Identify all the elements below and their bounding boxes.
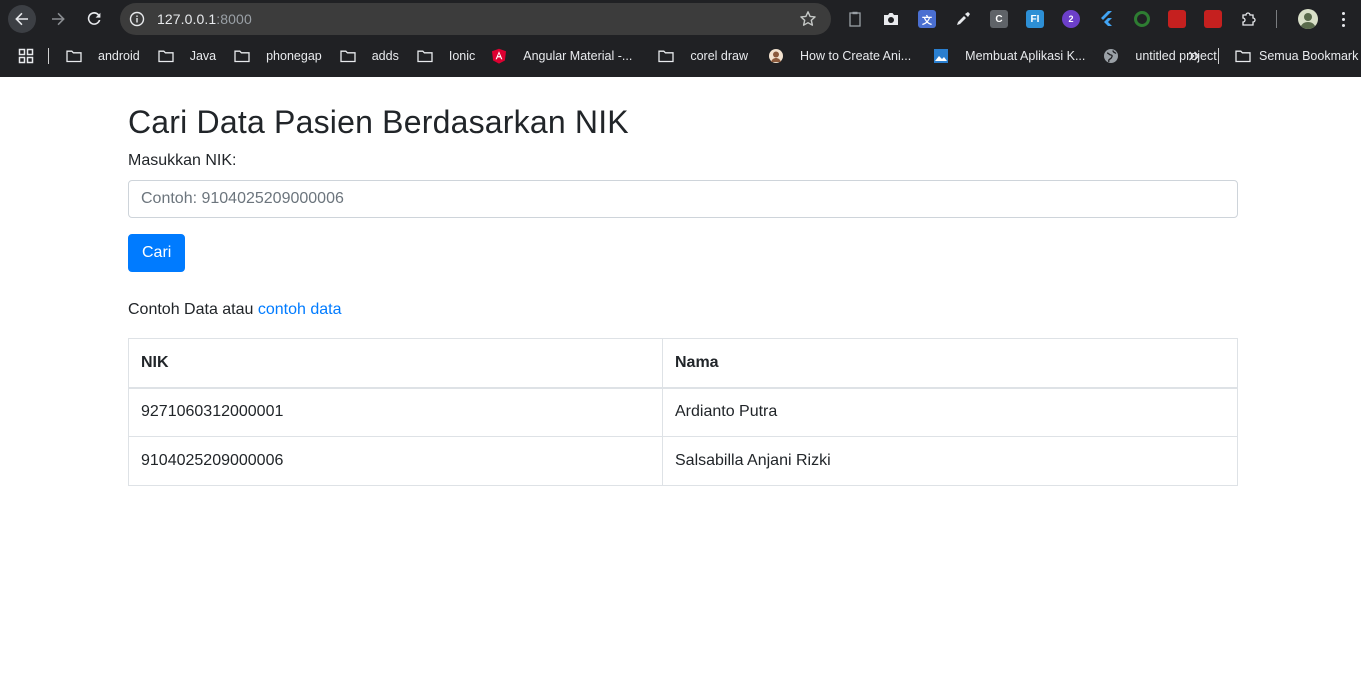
all-bookmarks-folder[interactable]: Semua Bookmark: [1235, 45, 1358, 67]
orange-ext-icon[interactable]: [1204, 10, 1222, 28]
pdf-ext-icon[interactable]: [1168, 10, 1186, 28]
page-title: Cari Data Pasien Berdasarkan NIK: [128, 104, 629, 140]
extensions-bar: 文 C FI 2: [846, 9, 1293, 29]
folder-icon: [340, 49, 364, 63]
bookmark-label: Angular Material -...: [523, 49, 633, 63]
folder-icon: [234, 49, 258, 63]
search-button[interactable]: Cari: [128, 234, 186, 272]
bookmarks-separator: [1218, 48, 1219, 64]
bookmark-item[interactable]: How to Create Ani...: [768, 45, 911, 67]
eyedropper-ext-icon[interactable]: [954, 10, 972, 28]
bookmark-label: How to Create Ani...: [800, 49, 912, 63]
table-row: 9271060312000001 Ardianto Putra: [128, 387, 1238, 437]
camera-ext-icon[interactable]: [882, 10, 900, 28]
browser-menu-button[interactable]: [1337, 9, 1349, 29]
clipboard-ext-icon[interactable]: [846, 10, 864, 28]
bookmark-item[interactable]: corel draw: [658, 45, 748, 67]
bookmark-label: Membuat Aplikasi K...: [965, 49, 1086, 63]
nik-cell: 9104025209000006: [128, 436, 663, 486]
bookmark-star-icon[interactable]: [799, 10, 817, 33]
nik-input-label: Masukkan NIK:: [128, 152, 237, 169]
bookmark-item[interactable]: Java: [158, 45, 216, 67]
bookmark-item[interactable]: Ionic: [417, 45, 475, 67]
avatar-favicon-icon: [768, 48, 792, 64]
bookmark-item[interactable]: android: [66, 45, 140, 67]
nama-cell: Salsabilla Anjani Rizki: [662, 436, 1238, 486]
bookmark-item[interactable]: adds: [340, 45, 399, 67]
user-avatar-icon: [1300, 13, 1316, 29]
folder-icon: [66, 49, 90, 63]
bookmarks-bar: android Java phonegap adds Ionic Angular Mate…: [0, 45, 1361, 67]
reload-button[interactable]: [80, 5, 108, 33]
bookmarks-overflow-button[interactable]: [1188, 45, 1208, 67]
green-ring-ext-icon[interactable]: [1134, 11, 1150, 27]
column-header-nama: Nama: [662, 338, 1238, 389]
bookmark-item[interactable]: Membuat Aplikasi K...: [933, 45, 1085, 67]
folder-icon: [158, 49, 182, 63]
extensions-puzzle-icon[interactable]: [1240, 10, 1258, 28]
arrow-left-icon: [15, 12, 28, 26]
browser-toolbar: 127.0.0.1:8000 文 C FI 2: [0, 0, 1361, 38]
bookmark-label: Java: [189, 49, 217, 63]
translate-ext-icon[interactable]: 文: [918, 10, 936, 28]
forward-button[interactable]: [44, 5, 72, 33]
image-favicon-icon: [933, 48, 957, 64]
site-info-icon[interactable]: [129, 11, 145, 27]
bookmark-label: corel draw: [690, 49, 748, 63]
badge-ext-icon[interactable]: 2: [1062, 10, 1080, 28]
all-bookmarks-label: Semua Bookmark: [1259, 49, 1359, 63]
toolbar-separator: [1276, 10, 1277, 28]
browser-chrome: 127.0.0.1:8000 文 C FI 2 android Java phonegap…: [0, 0, 1361, 77]
c-ext-icon[interactable]: C: [990, 10, 1008, 28]
bookmark-item[interactable]: Angular Material -...: [491, 45, 632, 67]
table-row: 9104025209000006 Salsabilla Anjani Rizki: [128, 436, 1238, 486]
bookmark-label: Ionic: [448, 49, 476, 63]
patient-table: NIK Nama 9271060312000001 Ardianto Putra…: [128, 338, 1238, 486]
folder-icon: [1235, 50, 1251, 63]
address-bar[interactable]: 127.0.0.1:8000: [120, 3, 831, 35]
page-container: Cari Data Pasien Berdasarkan NIK Masukka…: [128, 77, 1238, 486]
nik-input[interactable]: [128, 180, 1238, 218]
url-text: 127.0.0.1:8000: [157, 11, 252, 27]
bookmark-label: phonegap: [266, 49, 322, 63]
apps-grid-icon: [18, 48, 34, 64]
apps-button[interactable]: [18, 45, 42, 67]
back-button[interactable]: [8, 5, 36, 33]
bookmark-label: android: [98, 49, 140, 63]
nik-cell: 9271060312000001: [128, 387, 663, 437]
flutter-ext-icon[interactable]: [1098, 10, 1116, 28]
table-header-row: NIK Nama: [128, 338, 1238, 389]
sample-data-hint: Contoh Data atau contoh data: [128, 298, 1238, 322]
bookmark-item[interactable]: phonegap: [234, 45, 322, 67]
column-header-nik: NIK: [128, 338, 663, 389]
hint-text: Contoh Data atau: [128, 301, 258, 318]
fi-ext-icon[interactable]: FI: [1026, 10, 1044, 28]
sample-data-link[interactable]: contoh data: [258, 301, 342, 318]
nama-cell: Ardianto Putra: [662, 387, 1238, 437]
folder-icon: [417, 49, 441, 63]
profile-avatar[interactable]: [1298, 9, 1318, 29]
angular-icon: [491, 48, 515, 64]
bookmark-label: adds: [371, 49, 399, 63]
folder-icon: [658, 49, 682, 63]
arrow-right-icon: [52, 12, 65, 26]
chevron-double-right-icon: [1189, 51, 1200, 61]
globe-icon: [1103, 48, 1127, 64]
reload-icon: [87, 12, 101, 25]
